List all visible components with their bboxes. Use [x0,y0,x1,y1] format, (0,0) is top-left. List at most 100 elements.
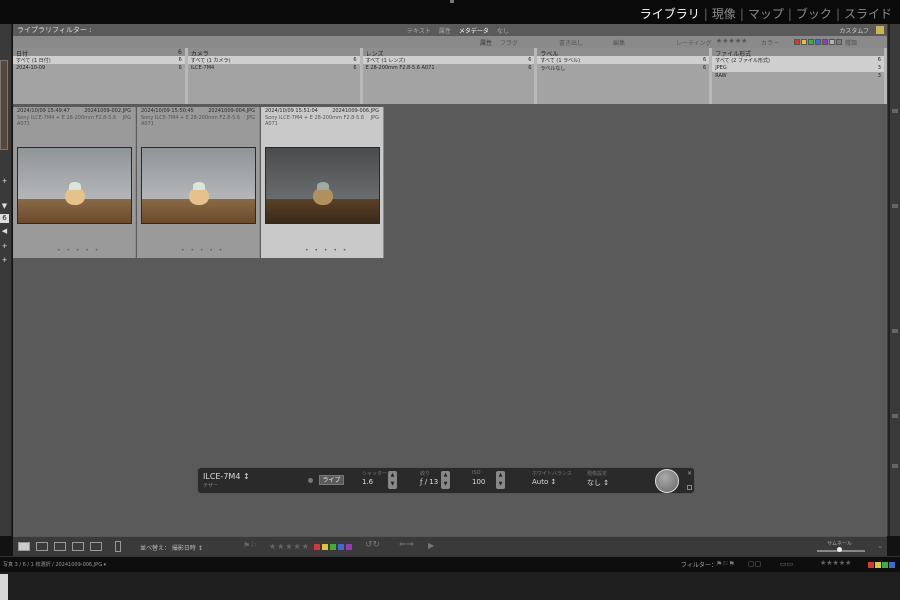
slider-knob[interactable] [837,547,842,552]
triangle-left-icon[interactable]: ◀ [0,227,9,236]
add-icon[interactable]: + [0,242,9,251]
panel-arrow-icon[interactable] [892,464,898,468]
edit-filter-icon[interactable]: ▢▢ [748,560,761,568]
color-label-swatch[interactable] [314,544,320,550]
column-header[interactable]: カメラ [187,48,360,58]
navigator-preview[interactable] [0,60,8,150]
column-row[interactable]: 2024-10-09 6 [13,64,185,72]
edit-label[interactable]: 編集 [613,38,625,47]
triangle-down-icon[interactable]: ▼ [0,202,9,211]
master-label[interactable]: 書き出し [559,38,583,47]
column-row[interactable]: JPEG 3 [712,64,884,72]
rating-label[interactable]: レーティング [676,38,712,47]
photo-thumbnail[interactable] [17,147,132,224]
photo-thumbnail[interactable] [265,147,380,224]
develop-preset-select[interactable]: なし ↕ [587,478,609,488]
rating-stars[interactable]: ★★★★★ [269,542,310,551]
column-row[interactable]: すべて (2 ファイル形式) 6 [712,56,884,64]
filter-preset-select[interactable]: カスタムフ [839,26,869,35]
lock-icon[interactable] [876,26,884,34]
sort-select[interactable]: 並べ替え： 撮影日時 ↕ [140,543,203,552]
grid-cell[interactable]: 2024/10/09 15:51:04 20241009-006.JPG Sony … [261,107,384,258]
shutter-button[interactable] [655,469,679,493]
compare-view-icon[interactable] [54,542,66,551]
expand-icon[interactable] [687,485,692,490]
column-header[interactable]: ラベル [537,48,710,58]
column-row[interactable]: すべて (1 レンズ) 6 [362,56,535,64]
color-swatch[interactable] [836,39,842,45]
column-row[interactable]: すべて (1 ラベル) 6 [537,56,710,64]
module-slideshow[interactable]: スライド [840,5,896,22]
tab-none[interactable]: なし [493,26,513,35]
color-swatch[interactable] [808,39,814,45]
color-filter-swatch[interactable] [889,562,895,568]
color-filter-swatch[interactable] [882,562,888,568]
panel-toggle-handle[interactable] [450,0,454,3]
module-develop[interactable]: 現像 [708,5,740,22]
color-label-swatch[interactable] [346,544,352,550]
spray-can-icon[interactable] [115,541,121,552]
column-row[interactable]: E 28-200mm F2.8-5.6 A071 6 [363,64,535,72]
play-icon[interactable]: ▶ [428,541,434,550]
flag-label[interactable]: フラグ [500,38,518,47]
rating-dots[interactable]: • • • • • [57,247,100,254]
tab-text[interactable]: テキスト [403,26,435,35]
arrow-up-icon[interactable]: ▲ [441,471,450,480]
rating-stars[interactable]: ★★★★★ [716,37,747,45]
column-header[interactable]: 日付 6 [13,48,185,58]
flag-icon[interactable]: ⚑⚐ [243,541,257,550]
column-row[interactable]: すべて (1 カメラ) 6 [187,56,360,64]
panel-arrow-icon[interactable] [892,204,898,208]
color-swatch[interactable] [801,39,807,45]
rating-dots[interactable]: • • • • • [181,247,224,254]
color-swatch[interactable] [794,39,800,45]
people-view-icon[interactable] [90,542,102,551]
color-label-swatch[interactable] [330,544,336,550]
grid-cell[interactable]: 2024/10/09 15:50:45 20241009-004.JPG Sony … [137,107,260,258]
loupe-view-icon[interactable] [36,542,48,551]
arrow-down-icon[interactable]: ▼ [496,480,505,489]
color-filter-swatch[interactable] [868,562,874,568]
column-header[interactable]: ファイル形式 [712,48,884,58]
panel-arrow-icon[interactable] [892,414,898,418]
color-swatch[interactable] [815,39,821,45]
arrow-up-icon[interactable]: ▲ [496,471,505,480]
thumbnail-size-slider[interactable] [817,547,865,552]
chevron-down-icon[interactable]: ⌄ [877,542,883,550]
rating-filter-stars[interactable]: ★★★★★ [820,559,851,567]
rating-dots[interactable]: • • • • • [305,247,348,254]
photo-count-text[interactable]: 写真 3 / 6 / 1 枚選択 / 20241009-006.JPG ▾ [3,561,106,568]
module-map[interactable]: マップ [744,5,788,22]
module-book[interactable]: ブック [792,5,836,22]
column-row[interactable]: RAW 3 [712,72,884,80]
tab-metadata[interactable]: メタデータ [455,26,493,35]
arrow-down-icon[interactable]: ▼ [441,480,450,489]
filmstrip-thumbnail[interactable] [0,574,8,600]
arrow-down-icon[interactable]: ▼ [388,480,397,489]
add-icon[interactable]: + [0,256,9,265]
panel-arrow-icon[interactable] [892,109,898,113]
color-filter-swatch[interactable] [875,562,881,568]
column-row[interactable]: ラベルなし 6 [537,64,709,72]
arrow-up-icon[interactable]: ▲ [388,471,397,480]
grid-view-icon[interactable] [18,542,30,551]
column-row[interactable]: ILCE-7M4 6 [188,64,360,72]
tab-attribute[interactable]: 属性 [435,26,455,35]
column-header[interactable]: レンズ [362,48,535,58]
survey-view-icon[interactable] [72,542,84,551]
iso-stepper[interactable]: ▲ ▼ [496,471,505,489]
module-library[interactable]: ライブラリ [636,5,704,22]
panel-arrow-icon[interactable] [892,329,898,333]
color-swatch[interactable] [822,39,828,45]
flag-filter-icon[interactable]: ⚑⚐⚑ [716,560,735,568]
color-swatch[interactable] [829,39,835,45]
camera-select[interactable]: ILCE-7M4 ↕ [203,472,250,481]
column-row[interactable]: すべて (1 日付) 6 [13,56,185,64]
grid-cell[interactable]: 2024/10/09 15:49:47 20241009-002.JPG Sony … [13,107,136,258]
color-label-swatch[interactable] [322,544,328,550]
shutter-stepper[interactable]: ▲ ▼ [388,471,397,489]
arrow-left-right-icon[interactable]: ⇐⇒ [399,540,414,550]
photo-thumbnail[interactable] [141,147,256,224]
live-view-button[interactable]: ライブ [319,475,344,485]
close-icon[interactable]: × [687,470,692,477]
